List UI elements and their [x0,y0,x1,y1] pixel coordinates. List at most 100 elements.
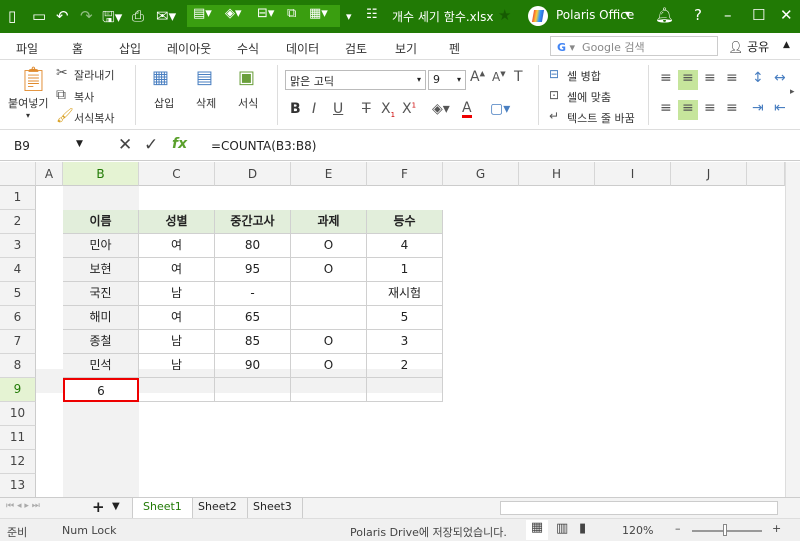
table-cell[interactable] [367,378,443,402]
table-cell[interactable]: 재시험 [367,282,443,306]
bell-icon[interactable]: 🔔︎ [655,6,674,24]
table-cell[interactable] [215,378,291,402]
table-cell[interactable] [291,378,367,402]
insert-button[interactable]: 삽입 [154,95,174,111]
table-header-cell[interactable]: 성별 [139,210,215,234]
table-cell[interactable]: 85 [215,330,291,354]
print-icon[interactable]: ⎙ [132,7,144,25]
fill-color-icon[interactable]: ◈▾ [432,101,450,117]
table-cell[interactable]: 여 [139,234,215,258]
row-header-13[interactable]: 13 [0,474,36,498]
justify-vertical-icon[interactable]: ≡ [726,70,738,86]
table-cell[interactable]: 95 [215,258,291,282]
open-icon[interactable]: ▭ [32,7,46,25]
account-menu[interactable]: Polaris Office [556,8,634,22]
row-header-12[interactable]: 12 [0,450,36,474]
table-cell[interactable]: 보현 [63,258,139,282]
tab-insert[interactable]: 삽입 [119,40,141,57]
column-header-partial[interactable] [747,162,785,186]
line-spacing-icon[interactable]: ↕ [752,70,764,86]
delete-button[interactable]: 삭제 [196,95,216,111]
minimize-icon[interactable]: – [724,6,732,24]
maximize-icon[interactable]: ☐ [752,6,765,24]
row-header-1[interactable]: 1 [0,186,36,210]
strikethrough-icon[interactable]: T [362,101,371,117]
indent-icon[interactable]: ⇥ [752,100,764,116]
table-cell[interactable]: 1 [367,258,443,282]
fit-to-cell-button[interactable]: 셀에 맞춤 [567,89,611,105]
column-header-G[interactable]: G [443,162,519,186]
superscript-icon[interactable]: X1 [402,101,416,117]
table-cell[interactable] [139,378,215,402]
row-header-2[interactable]: 2 [0,210,36,234]
merge-cells-button[interactable]: 셀 병합 [567,68,601,84]
underline-icon[interactable]: U [333,101,343,117]
row-header-9[interactable]: 9 [0,378,36,402]
tab-view[interactable]: 보기 [395,40,417,57]
align-left-icon[interactable]: ≡ [660,100,672,116]
function-icon[interactable]: fx [172,136,187,152]
table-cell[interactable]: 남 [139,354,215,378]
undo-icon[interactable]: ↶ [56,7,69,25]
table-cell[interactable]: O [291,330,367,354]
column-header-J[interactable]: J [671,162,747,186]
row-header-6[interactable]: 6 [0,306,36,330]
table-header-cell[interactable]: 이름 [63,210,139,234]
table-cell[interactable] [291,306,367,330]
column-header-C[interactable]: C [139,162,215,186]
table-cell[interactable] [291,282,367,306]
paste-button[interactable]: 붙여넣기 [8,95,48,111]
table-cell[interactable]: 국진 [63,282,139,306]
tab-pen[interactable]: 펜 [449,40,460,57]
italic-icon[interactable]: I [312,101,316,117]
format-button[interactable]: 서식 [238,95,258,111]
char-spacing-icon[interactable]: ↔ [774,70,786,86]
table-cell[interactable]: 해미 [63,306,139,330]
mail-icon[interactable]: ✉▾ [156,7,176,25]
column-header-B[interactable]: B [63,162,139,186]
star-icon[interactable]: ★ [498,6,511,24]
paste-icon[interactable]: 📋︎ [18,65,48,93]
table-cell[interactable]: 민석 [63,354,139,378]
tab-layout[interactable]: 레이아웃 [167,40,211,57]
wrap-text-button[interactable]: 텍스트 줄 바꿈 [567,110,635,126]
customize-icon[interactable]: ▾ [346,10,352,23]
column-header-H[interactable]: H [519,162,595,186]
align-top-icon[interactable]: ≡ [660,70,672,86]
row-header-7[interactable]: 7 [0,330,36,354]
clipboard-icon[interactable]: ▤▾ [193,6,212,21]
sheet-tab-3[interactable]: Sheet3 [243,498,303,518]
table-cell[interactable]: 3 [367,330,443,354]
zoom-out-icon[interactable]: – [675,522,681,535]
outdent-icon[interactable]: ⇤ [774,100,786,116]
align-right-icon[interactable]: ≡ [704,100,716,116]
row-header-8[interactable]: 8 [0,354,36,378]
table-cell[interactable]: 90 [215,354,291,378]
sheet-list-icon[interactable]: ▼ [112,501,120,512]
help-icon[interactable]: ? [694,6,702,24]
share-button[interactable]: 👤︎ 공유 [728,38,769,55]
column-header-A[interactable]: A [36,162,63,186]
row-header-10[interactable]: 10 [0,402,36,426]
tab-data[interactable]: 데이터 [286,40,319,57]
subscript-icon[interactable]: X1 [381,101,395,119]
confirm-icon[interactable]: ✓ [144,135,158,155]
column-header-E[interactable]: E [291,162,367,186]
table-cell[interactable]: O [291,258,367,282]
table-cell[interactable]: 여 [139,306,215,330]
save-icon[interactable]: 🖫▾ [102,7,122,32]
table-cell[interactable]: 80 [215,234,291,258]
select-all[interactable] [0,162,36,186]
table-cell[interactable]: 남 [139,330,215,354]
align-bottom-icon[interactable]: ≡ [704,70,716,86]
bold-icon[interactable]: B [290,101,301,117]
table-cell[interactable]: 2 [367,354,443,378]
font-size-select[interactable]: 9 ▾ [428,70,466,90]
fill-icon[interactable]: ◈▾ [225,6,242,21]
name-box[interactable]: B9 [14,139,30,153]
normal-view-icon[interactable]: ▦ [526,520,548,540]
row-header-4[interactable]: 4 [0,258,36,282]
border-icon[interactable]: ▢▾ [490,101,510,117]
tab-formula[interactable]: 수식 [237,40,259,57]
copy-sheet-icon[interactable]: ⧉ [287,6,296,21]
